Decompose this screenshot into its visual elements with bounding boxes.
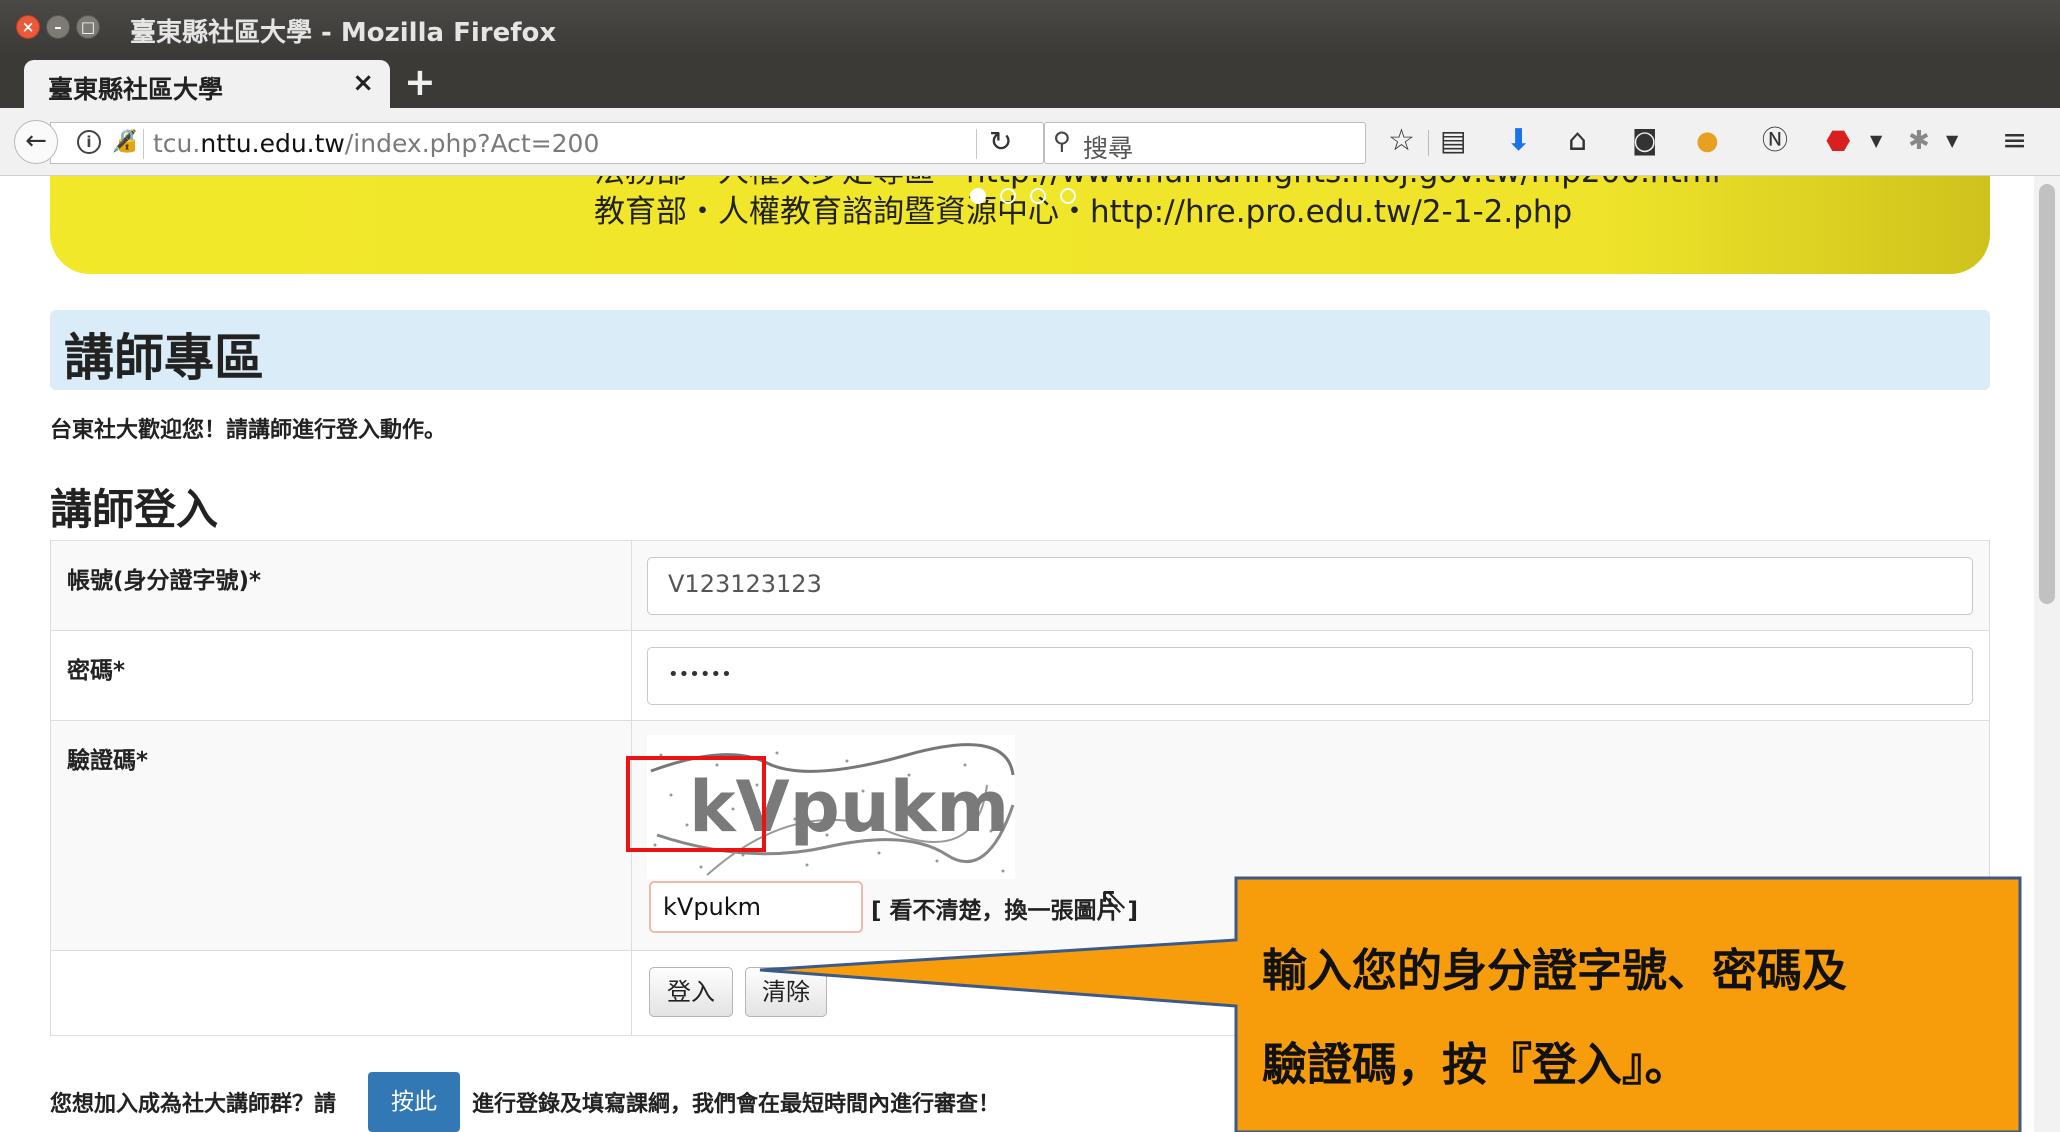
callout-line-2: 驗證碼，按『登入』。 — [1262, 1038, 1690, 1091]
callout-line-1: 輸入您的身分證字號、密碼及 — [1262, 944, 1848, 997]
